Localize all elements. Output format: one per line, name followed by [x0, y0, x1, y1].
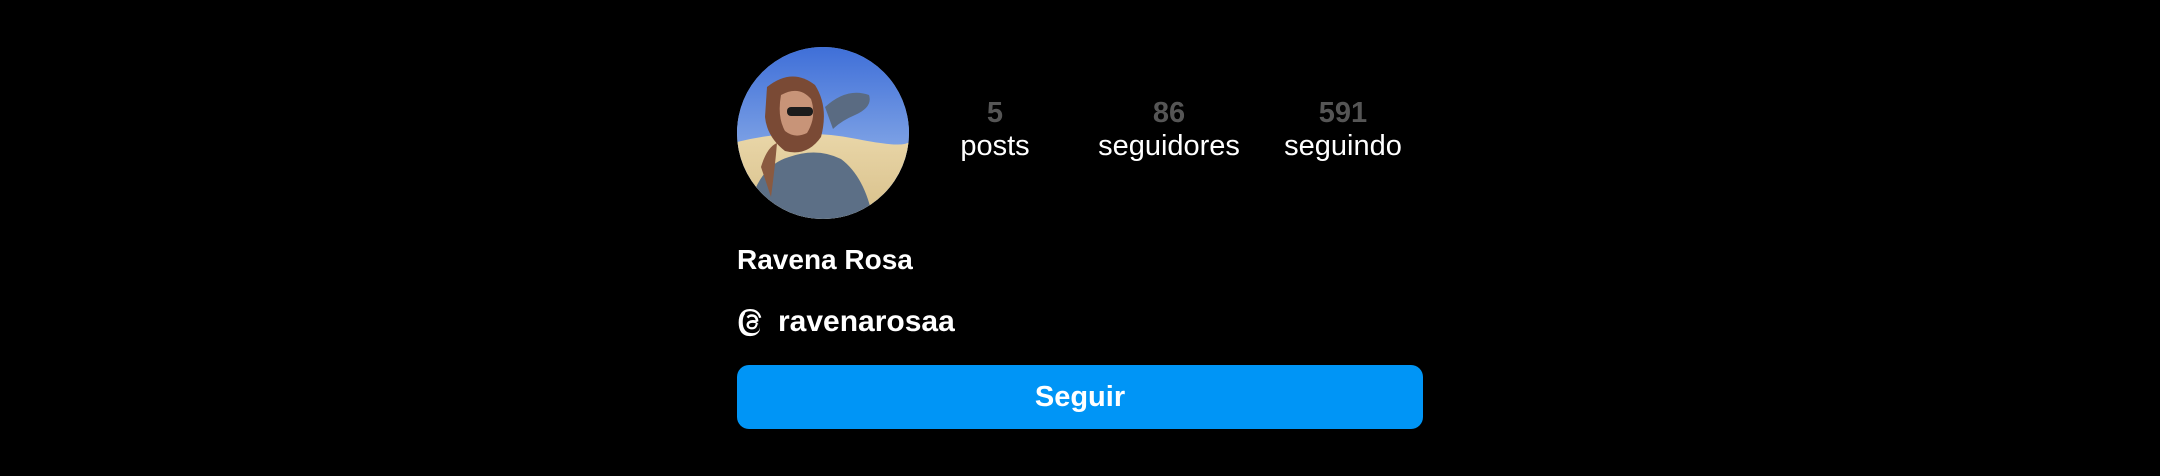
- profile-header: 5 posts 86 seguidores 591 seguindo Raven…: [737, 47, 1423, 429]
- posts-label: posts: [960, 130, 1030, 162]
- following-count: 591: [1318, 97, 1368, 129]
- followers-label: seguidores: [1098, 130, 1240, 162]
- profile-avatar[interactable]: [737, 47, 909, 219]
- follow-button[interactable]: Seguir: [737, 365, 1423, 429]
- threads-link[interactable]: ravenarosaa: [737, 303, 955, 341]
- avatar-photo: [737, 47, 909, 219]
- display-name: Ravena Rosa: [737, 244, 913, 275]
- following-label: seguindo: [1284, 130, 1402, 162]
- following-stat[interactable]: 591 seguindo: [1258, 97, 1428, 163]
- followers-stat[interactable]: 86 seguidores: [1084, 97, 1254, 163]
- followers-count: 86: [1152, 97, 1186, 129]
- posts-stat: 5 posts: [910, 97, 1080, 163]
- posts-count: 5: [986, 97, 1004, 129]
- threads-handle: ravenarosaa: [778, 305, 955, 338]
- threads-icon: [737, 307, 768, 338]
